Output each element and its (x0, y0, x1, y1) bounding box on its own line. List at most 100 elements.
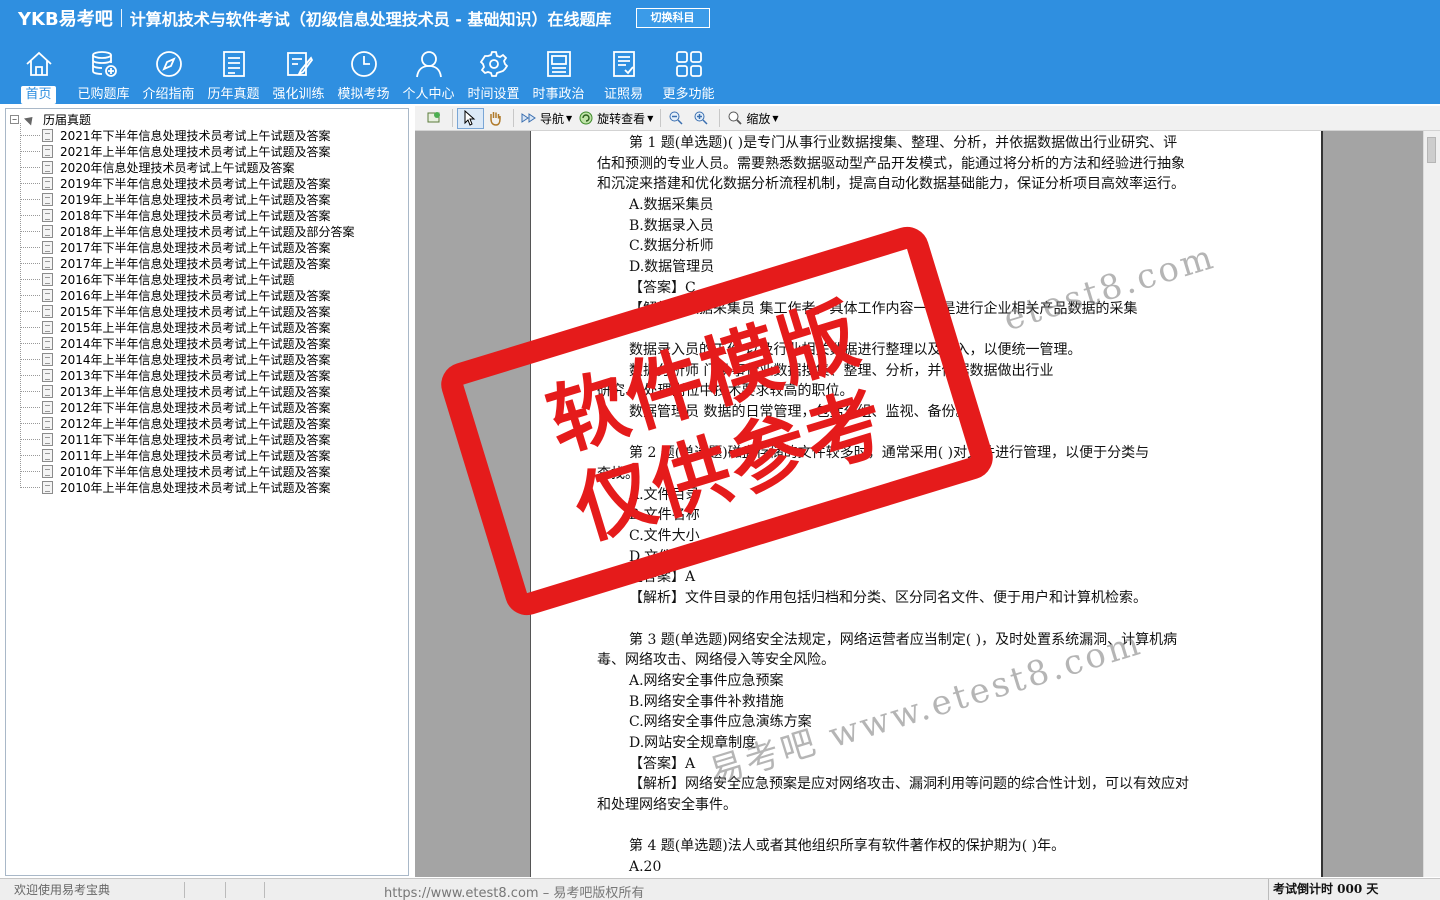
nav-current-affairs[interactable]: 时事政治 (526, 44, 591, 104)
nav-label: 首页 (21, 86, 56, 104)
user-icon (412, 47, 446, 80)
nav-time-settings[interactable]: 时间设置 (461, 44, 526, 104)
thumbnail-button[interactable] (423, 108, 448, 129)
home-icon (22, 47, 56, 80)
tree-item[interactable]: 2016年下半年信息处理技术员考试上午试题 (20, 271, 355, 287)
toolbar-separator (660, 109, 662, 127)
document-line: 研究、 处理岗位中技术要求较高的职位。 (597, 383, 854, 400)
rotate-view-label: 旋转查看 (597, 111, 646, 126)
tree-item[interactable]: 2020年信息处理技术员考试上午试题及答案 (20, 159, 355, 175)
document-line: B.网络安全事件补救措施 (629, 693, 784, 710)
navigation-button[interactable]: 导航 ▼ (518, 108, 575, 129)
status-divider (225, 881, 226, 898)
tree-item[interactable]: 2015年上半年信息处理技术员考试上午试题及答案 (20, 319, 355, 335)
document-line: 【答案】A (629, 755, 696, 772)
tree-item[interactable]: 2014年下半年信息处理技术员考试上午试题及答案 (20, 335, 355, 351)
tree-item-label: 2014年上半年信息处理技术员考试上午试题及答案 (60, 352, 331, 367)
tree-item[interactable]: 2021年上半年信息处理技术员考试上午试题及答案 (20, 143, 355, 159)
nav-profile[interactable]: 个人中心 (396, 44, 461, 104)
hand-icon (487, 110, 503, 126)
scrollbar-thumb[interactable] (1427, 137, 1436, 163)
tree-item[interactable]: 2011年下半年信息处理技术员考试上午试题及答案 (20, 431, 355, 447)
document-icon (42, 464, 53, 478)
tree-item[interactable]: 2010年下半年信息处理技术员考试上午试题及答案 (20, 463, 355, 479)
tree-item[interactable]: 2015年下半年信息处理技术员考试上午试题及答案 (20, 303, 355, 319)
zoom-in-icon (693, 110, 709, 126)
zoom-in-button[interactable] (690, 108, 715, 129)
nav-label: 时间设置 (467, 87, 520, 102)
document-icon (42, 256, 53, 270)
tree-item[interactable]: 2013年下半年信息处理技术员考试上午试题及答案 (20, 367, 355, 383)
tree-item[interactable]: 2012年下半年信息处理技术员考试上午试题及答案 (20, 399, 355, 415)
nav-purchased[interactable]: 已购题库 (71, 44, 136, 104)
tree-item-label: 2021年上半年信息处理技术员考试上午试题及答案 (60, 144, 331, 159)
document-icon (42, 144, 53, 158)
document-line: B.数据录入员 (629, 217, 714, 234)
tree-item[interactable]: 2019年下半年信息处理技术员考试上午试题及答案 (20, 175, 355, 191)
tree-item-label: 2013年下半年信息处理技术员考试上午试题及答案 (60, 368, 331, 383)
rotate-view-button[interactable]: 旋转查看 ▼ (575, 108, 656, 129)
tree-item[interactable]: 2011年上半年信息处理技术员考试上午试题及答案 (20, 447, 355, 463)
tree-item[interactable]: 2018年上半年信息处理技术员考试上午试题及部分答案 (20, 223, 355, 239)
zoom-out-button[interactable] (665, 108, 690, 129)
nav-home[interactable]: 首页 (6, 44, 71, 104)
tree-item[interactable]: 2019年上半年信息处理技术员考试上午试题及答案 (20, 191, 355, 207)
zoom-out-icon (668, 110, 684, 126)
nav-label: 历年真题 (207, 87, 260, 102)
tree-item-label: 2021年下半年信息处理技术员考试上午试题及答案 (60, 128, 331, 143)
dropdown-caret-icon: ▼ (772, 113, 779, 123)
nav-training[interactable]: 强化训练 (266, 44, 331, 104)
nav-past-papers[interactable]: 历年真题 (201, 44, 266, 104)
tree-item-label: 2019年下半年信息处理技术员考试上午试题及答案 (60, 176, 331, 191)
hand-tool-button[interactable] (484, 108, 509, 129)
document-viewer[interactable]: 第 1 题(单选题)( )是专门从事行业数据搜集、整理、分析，并依据数据做出行业… (415, 131, 1440, 877)
tree-item-label: 2015年上半年信息处理技术员考试上午试题及答案 (60, 320, 331, 335)
tree-collapse-icon[interactable]: − (10, 114, 19, 124)
tree-item-label: 2013年上半年信息处理技术员考试上午试题及答案 (60, 384, 331, 399)
tree-item[interactable]: 2017年下半年信息处理技术员考试上午试题及答案 (20, 239, 355, 255)
cursor-icon (461, 110, 477, 126)
document-icon (42, 160, 53, 174)
tree-item-label: 2012年下半年信息处理技术员考试上午试题及答案 (60, 400, 331, 415)
nav-more[interactable]: 更多功能 (656, 44, 721, 104)
document-line: 【解析】文件目录的作用包括归档和分类、区分同名文件、便于用户和计算机检索。 (629, 590, 1147, 607)
tree-item-label: 2019年上半年信息处理技术员考试上午试题及答案 (60, 192, 331, 207)
zoom-menu-button[interactable]: 缩放 ▼ (724, 108, 781, 129)
exam-tree-panel: − 历届真题 2021年下半年信息处理技术员考试上午试题及答案 2021年上半年信… (5, 108, 409, 876)
document-icon (42, 432, 53, 446)
tree-root[interactable]: − 历届真题 (10, 111, 91, 127)
app-title: 计算机技术与软件考试（初级信息处理技术员 - 基础知识）在线题库 (129, 10, 612, 29)
document-icon (42, 384, 53, 398)
toolbar-separator (513, 109, 514, 127)
nav-certificate[interactable]: 证照易 (591, 44, 656, 104)
document-icon (42, 192, 53, 206)
tree-item[interactable]: 2018年下半年信息处理技术员考试上午试题及答案 (20, 207, 355, 223)
nav-guide[interactable]: 介绍指南 (136, 44, 201, 104)
tree-item[interactable]: 2021年下半年信息处理技术员考试上午试题及答案 (20, 127, 355, 143)
tree-item[interactable]: 2014年上半年信息处理技术员考试上午试题及答案 (20, 351, 355, 367)
tree-item-label: 2014年下半年信息处理技术员考试上午试题及答案 (60, 336, 331, 351)
tree-guide-line (20, 123, 21, 488)
tree-item-label: 2018年下半年信息处理技术员考试上午试题及答案 (60, 208, 331, 223)
tree-item[interactable]: 2010年上半年信息处理技术员考试上午试题及答案 (20, 479, 355, 495)
document-line: 和沉淀来搭建和优化数据分析流程机制，提高自动化数据基础能力，保证分析项目高效率运… (597, 176, 1185, 193)
tree-item[interactable]: 2012年上半年信息处理技术员考试上午试题及答案 (20, 415, 355, 431)
tree-item[interactable]: 2016年上半年信息处理技术员考试上午试题及答案 (20, 287, 355, 303)
compass-icon (152, 47, 186, 80)
nav-mock-exam[interactable]: 模拟考场 (331, 44, 396, 104)
vertical-scrollbar[interactable] (1423, 131, 1440, 877)
document-icon (42, 304, 53, 318)
tree-item[interactable]: 2013年上半年信息处理技术员考试上午试题及答案 (20, 383, 355, 399)
document-line: C.数据分析师 (629, 238, 714, 255)
toolbar-separator (719, 109, 721, 127)
document-line: A.数据采集员 (629, 197, 714, 214)
document-text: 第 1 题(单选题)( )是专门从事行业数据搜集、整理、分析，并依据数据做出行业… (597, 133, 1277, 877)
tree-item[interactable]: 2017年上半年信息处理技术员考试上午试题及答案 (20, 255, 355, 271)
edit-icon (282, 47, 316, 80)
database-icon (87, 47, 121, 80)
select-tool-button[interactable] (457, 107, 484, 129)
switch-subject-button[interactable]: 切换科目 (635, 8, 710, 28)
gear-icon (477, 47, 511, 80)
brand-logo: YKB易考吧 (18, 9, 113, 30)
